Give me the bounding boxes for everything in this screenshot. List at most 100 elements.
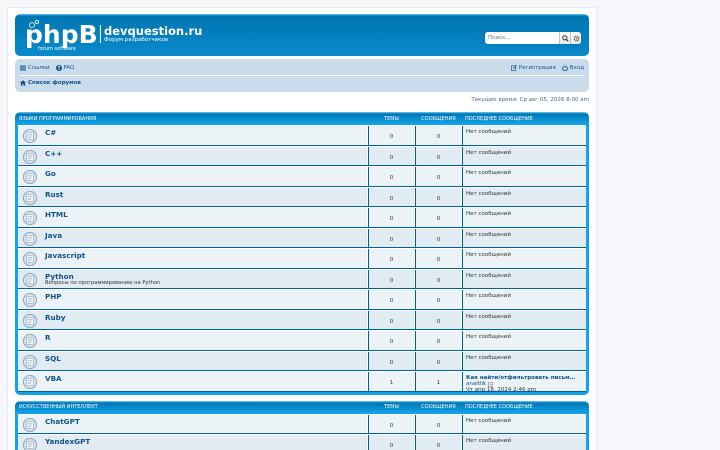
no-posts-text: Нет сообщений: [466, 252, 511, 258]
posts-count: 0: [415, 228, 462, 247]
forum-list: Языки программирования Темы Сообщения После…: [15, 112, 589, 450]
no-posts-text: Нет сообщений: [466, 211, 511, 217]
posts-count: 0: [415, 146, 462, 165]
forum-name[interactable]: R: [45, 333, 51, 342]
forum-name[interactable]: ChatGPT: [45, 417, 80, 426]
topics-count: 0: [368, 126, 415, 145]
forum-row[interactable]: Java 0 0 Нет сообщений: [18, 227, 586, 248]
posts-count: 0: [415, 208, 462, 227]
forum-row[interactable]: HTML 0 0 Нет сообщений: [18, 207, 586, 228]
forum-row[interactable]: Python Вопросы по программированию на Pyt…: [18, 268, 586, 289]
forum-read-icon: [23, 293, 37, 307]
category-header: Искусственный интеллект Темы Сообщения Посл…: [18, 401, 586, 414]
forum-row[interactable]: Javascript 0 0 Нет сообщений: [18, 248, 586, 269]
posts-count: 0: [415, 435, 462, 450]
last-post-date: Чт апр 18, 2024 2:46 pm: [466, 387, 537, 393]
no-posts-text: Нет сообщений: [466, 129, 511, 135]
posts-column-header: Сообщения: [421, 404, 456, 410]
topics-count: 0: [368, 228, 415, 247]
last-post-cell: Нет сообщений: [462, 126, 586, 145]
forum-row[interactable]: C++ 0 0 Нет сообщений: [18, 145, 586, 166]
faq-link[interactable]: ? FAQ: [55, 65, 75, 71]
forum-name[interactable]: C#: [45, 128, 56, 137]
forum-title-cell: R: [18, 331, 368, 350]
last-post-cell: Нет сообщений: [462, 167, 586, 186]
topics-column-header: Темы: [384, 404, 399, 410]
forum-row[interactable]: PHP 0 0 Нет сообщений: [18, 289, 586, 310]
power-icon: [561, 65, 568, 71]
topics-count: 0: [368, 269, 415, 288]
forum-name[interactable]: Javascript: [45, 251, 85, 260]
forum-row[interactable]: C# 0 0 Нет сообщений: [18, 125, 586, 146]
forum-name[interactable]: YandexGPT: [45, 437, 90, 446]
posts-count: 0: [415, 290, 462, 309]
no-posts-text: Нет сообщений: [466, 272, 511, 279]
search-button[interactable]: [559, 32, 570, 44]
breadcrumb: Список форумов: [20, 75, 584, 89]
forum-name[interactable]: Rust: [45, 190, 63, 199]
view-latest-post-icon[interactable]: [488, 381, 493, 387]
posts-count: 0: [415, 187, 462, 206]
forum-row[interactable]: Go 0 0 Нет сообщений: [18, 166, 586, 187]
posts-count: 1: [415, 372, 462, 391]
forum-name[interactable]: Ruby: [45, 313, 65, 322]
forum-read-icon: [23, 334, 37, 348]
forum-row[interactable]: VBA 1 1 Как найти/отфильтровать письм… anait…: [18, 371, 586, 393]
forum-row[interactable]: Rust 0 0 Нет сообщений: [18, 186, 586, 207]
forum-title-cell: Python Вопросы по программированию на Pyt…: [18, 269, 368, 288]
register-link[interactable]: Регистрация: [510, 65, 556, 71]
forum-row[interactable]: Ruby 0 0 Нет сообщений: [18, 309, 586, 330]
search-box: [485, 32, 581, 44]
forum-name[interactable]: Java: [45, 231, 62, 240]
logo-subtext: forum software: [38, 46, 76, 52]
topics-count: 0: [368, 351, 415, 370]
last-post-cell: Нет сообщений: [462, 146, 586, 165]
forum-name[interactable]: PHP: [45, 292, 62, 301]
advanced-search-button[interactable]: [570, 32, 581, 44]
last-post-column-header: Последнее сообщение: [465, 404, 533, 410]
forum-name[interactable]: Go: [45, 169, 56, 178]
site-logo[interactable]: phpBB forum software: [23, 19, 101, 52]
site-description: Форум разработчиков: [104, 37, 169, 43]
forum-name[interactable]: C++: [45, 149, 62, 158]
forum-row[interactable]: R 0 0 Нет сообщений: [18, 330, 586, 351]
forum-row[interactable]: ChatGPT 0 0 Нет сообщений: [18, 413, 586, 434]
forum-description: Вопросы по программированию на Python: [45, 279, 161, 286]
forum-name[interactable]: SQL: [45, 354, 61, 363]
posts-count: 0: [415, 310, 462, 329]
links-menu[interactable]: Ссылки: [20, 65, 50, 71]
breadcrumb-forum-index[interactable]: Список форумов: [20, 80, 81, 86]
search-input[interactable]: [485, 32, 559, 44]
forum-title-cell: VBA: [18, 372, 368, 391]
header-bar: phpBB forum software devquestion.ru Фору…: [15, 14, 589, 56]
forum-title-cell: Java: [18, 228, 368, 247]
login-link[interactable]: Вход: [561, 65, 584, 71]
topics-count: 1: [368, 372, 415, 391]
search-icon: [561, 34, 569, 42]
last-post-cell: Нет сообщений: [462, 187, 586, 206]
last-post-cell: Нет сообщений: [462, 208, 586, 227]
no-posts-text: Нет сообщений: [466, 334, 511, 340]
category-title[interactable]: Искусственный интеллект: [18, 404, 368, 410]
forum-row[interactable]: SQL 0 0 Нет сообщений: [18, 350, 586, 371]
forum-name[interactable]: VBA: [45, 374, 62, 383]
forum-title-cell: C#: [18, 126, 368, 145]
forum-read-icon: [23, 354, 37, 369]
category-title[interactable]: Языки программирования: [18, 116, 368, 122]
forum-read-icon: [23, 149, 37, 164]
forum-title-cell: SQL: [18, 351, 368, 370]
forum-read-icon: [23, 252, 37, 266]
home-icon: [20, 79, 26, 86]
forum-rows: C# 0 0 Нет сообщений C++ 0 0 Нет сообщений Go 0 0 Н…: [18, 125, 586, 393]
site-title[interactable]: devquestion.ru: [104, 24, 202, 38]
last-post-cell: Нет сообщений: [462, 435, 586, 450]
forum-row[interactable]: YandexGPT 0 0 Нет сообщений: [18, 434, 586, 450]
forum-read-icon: [23, 417, 37, 432]
faq-label: FAQ: [63, 65, 75, 71]
question-icon: ?: [55, 65, 62, 71]
forum-name[interactable]: HTML: [45, 210, 68, 219]
no-posts-text: Нет сообщений: [466, 417, 511, 424]
no-posts-text: Нет сообщений: [466, 170, 511, 176]
last-post-cell: Нет сообщений: [462, 331, 586, 350]
gear-icon: [573, 35, 579, 41]
